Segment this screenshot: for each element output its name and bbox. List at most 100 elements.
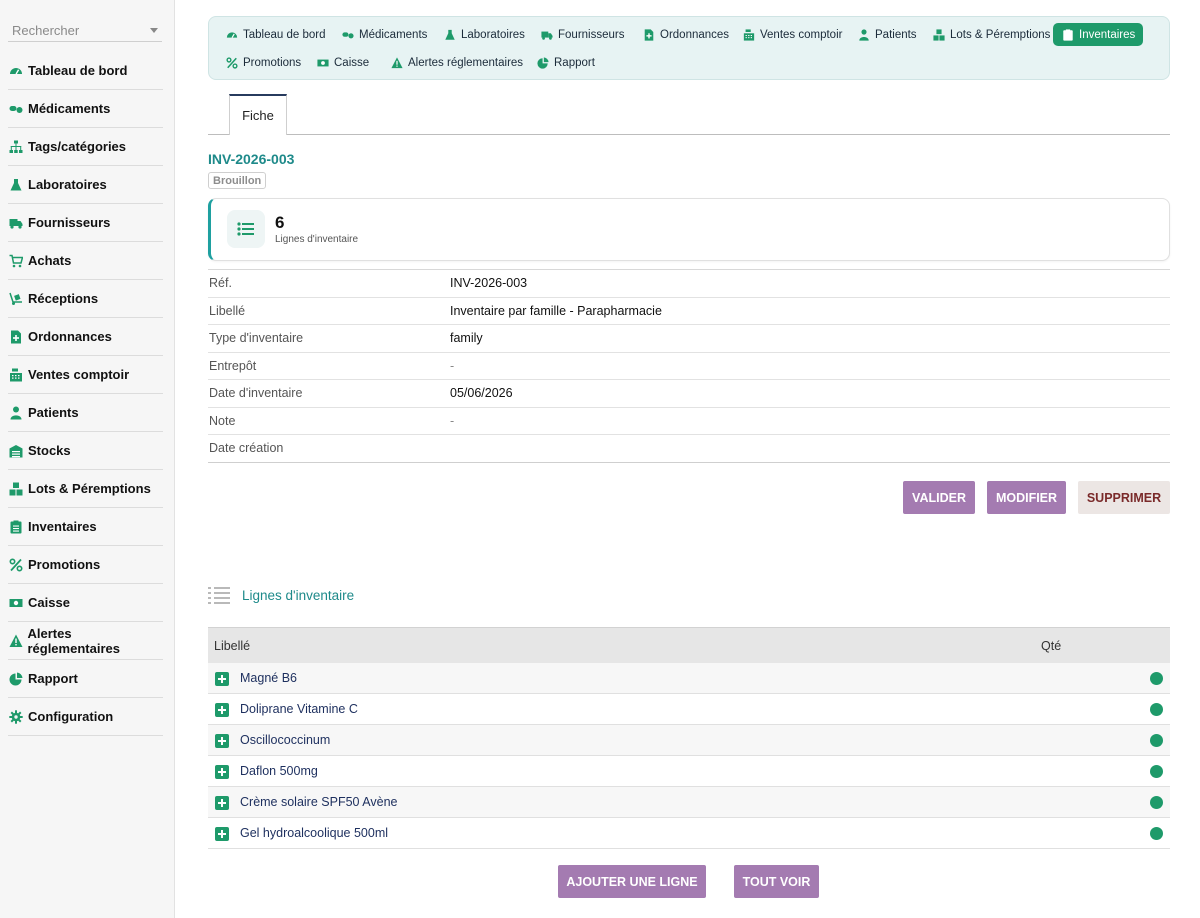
cart-icon — [8, 254, 24, 268]
sidebar-item-promotions[interactable]: Promotions — [8, 546, 163, 584]
sidebar-item-caisse[interactable]: Caisse — [8, 584, 163, 622]
list-icon — [208, 586, 230, 604]
table-row[interactable]: Oscillococcinum — [208, 725, 1170, 756]
line-product-name[interactable]: Doliprane Vitamine C — [240, 702, 358, 716]
nav-item-label: Laboratoires — [461, 28, 525, 41]
delete-button[interactable]: SUPPRIMER — [1078, 481, 1170, 514]
sidebar-item-label: Réceptions — [28, 291, 99, 306]
table-row[interactable]: Doliprane Vitamine C — [208, 694, 1170, 725]
sidebar-item-label: Patients — [28, 405, 79, 420]
line-product-name[interactable]: Magné B6 — [240, 671, 297, 685]
detail-value: INV-2026-003 — [450, 276, 528, 291]
expand-plus-icon[interactable] — [215, 827, 229, 841]
status-dot-icon — [1150, 734, 1163, 747]
line-product-name[interactable]: Gel hydroalcoolique 500ml — [240, 826, 388, 840]
nav-item-fournisseurs[interactable]: Fournisseurs — [532, 23, 632, 46]
sidebar-item-label: Tableau de bord — [28, 63, 128, 78]
detail-row: Libellé Inventaire par famille - Paraphar… — [208, 298, 1170, 325]
nav-item-patients[interactable]: Patients — [849, 23, 925, 46]
sidebar-item-label: Inventaires — [28, 519, 97, 534]
chevron-down-icon[interactable] — [150, 28, 158, 33]
sidebar-item-ventes-comptoir[interactable]: Ventes comptoir — [8, 356, 163, 394]
detail-row: Date création — [208, 435, 1170, 463]
nav-item-label: Caisse — [334, 56, 370, 69]
detail-label: Entrepôt — [209, 358, 257, 373]
sidebar-item-lots-peremptions[interactable]: Lots & Péremptions — [8, 470, 163, 508]
sidebar-item-tags-categories[interactable]: Tags/catégories — [8, 128, 163, 166]
detail-row: Entrepôt - — [208, 353, 1170, 380]
flask-icon — [443, 29, 456, 41]
sidebar-item-tableau-de-bord[interactable]: Tableau de bord — [8, 52, 163, 90]
add-line-button[interactable]: AJOUTER UNE LIGNE — [558, 865, 706, 898]
stat-label: Lignes d'inventaire — [275, 234, 359, 245]
sidebar-item-alertes-reglementaires[interactable]: Alertes réglementaires — [8, 622, 163, 660]
nav-item-medicaments[interactable]: Médicaments — [333, 23, 435, 46]
pie-chart-icon — [536, 56, 549, 69]
flask-icon — [8, 178, 24, 192]
table-row[interactable]: Crème solaire SPF50 Avène — [208, 787, 1170, 818]
stat-card: 6 Lignes d'inventaire — [208, 198, 1170, 261]
table-row[interactable]: Gel hydroalcoolique 500ml — [208, 818, 1170, 849]
sidebar-item-fournisseurs[interactable]: Fournisseurs — [8, 204, 163, 242]
expand-plus-icon[interactable] — [215, 672, 229, 686]
tab-fiche[interactable]: Fiche — [229, 94, 287, 135]
nav-item-ventes-comptoir[interactable]: Ventes comptoir — [734, 23, 850, 46]
nav-item-label: Fournisseurs — [558, 28, 625, 41]
table-row[interactable]: Daflon 500mg — [208, 756, 1170, 787]
validate-button[interactable]: VALIDER — [903, 481, 975, 514]
line-product-name[interactable]: Crème solaire SPF50 Avène — [240, 795, 398, 809]
line-product-name[interactable]: Daflon 500mg — [240, 764, 318, 778]
list-icon — [227, 210, 265, 248]
detail-label: Réf. — [209, 276, 232, 291]
money-icon — [8, 596, 24, 610]
nav-item-label: Ordonnances — [660, 28, 730, 41]
expand-plus-icon[interactable] — [215, 796, 229, 810]
nav-item-caisse[interactable]: Caisse — [308, 51, 377, 74]
nav-item-ordonnances[interactable]: Ordonnances — [634, 23, 737, 46]
sidebar-item-ordonnances[interactable]: Ordonnances — [8, 318, 163, 356]
sidebar-item-patients[interactable]: Patients — [8, 394, 163, 432]
warehouse-icon — [8, 444, 24, 458]
nav-item-inventaires[interactable]: Inventaires — [1053, 23, 1144, 46]
dashboard-icon — [225, 29, 238, 41]
column-header-label: Libellé — [214, 638, 251, 653]
status-dot-icon — [1150, 827, 1163, 840]
prescription-icon — [642, 28, 655, 41]
stat-value: 6 — [275, 213, 285, 232]
percent-icon — [225, 56, 238, 69]
sidebar-item-achats[interactable]: Achats — [8, 242, 163, 280]
nav-item-laboratoires[interactable]: Laboratoires — [435, 23, 533, 46]
sidebar-item-label: Alertes réglementaires — [27, 625, 120, 656]
detail-row: Date d'inventaire 05/06/2026 — [208, 380, 1170, 408]
sidebar-item-inventaires[interactable]: Inventaires — [8, 508, 163, 546]
expand-plus-icon[interactable] — [215, 703, 229, 717]
sidebar-item-configuration[interactable]: Configuration — [8, 698, 163, 736]
sidebar-item-laboratoires[interactable]: Laboratoires — [8, 166, 163, 204]
sidebar-item-label: Caisse — [28, 595, 70, 610]
sidebar-item-stocks[interactable]: Stocks — [8, 432, 163, 470]
nav-item-label: Alertes réglementaires — [408, 56, 524, 69]
search-select[interactable]: Rechercher — [8, 18, 162, 42]
expand-plus-icon[interactable] — [215, 765, 229, 779]
expand-plus-icon[interactable] — [215, 734, 229, 748]
table-row[interactable]: Magné B6 — [208, 663, 1170, 694]
money-icon — [316, 57, 329, 69]
sidebar-item-rapport[interactable]: Rapport — [8, 660, 163, 698]
warning-icon — [8, 634, 23, 648]
nav-item-tableau-de-bord[interactable]: Tableau de bord — [217, 23, 333, 46]
nav-item-rapport[interactable]: Rapport — [528, 51, 603, 74]
sidebar-item-label: Laboratoires — [28, 177, 107, 192]
edit-button[interactable]: MODIFIER — [987, 481, 1066, 514]
see-all-button[interactable]: TOUT VOIR — [734, 865, 819, 898]
nav-item-promotions[interactable]: Promotions — [217, 51, 309, 74]
nav-item-alertes-reglementaires[interactable]: Alertes réglementaires — [382, 51, 531, 74]
sidebar-item-receptions[interactable]: Réceptions — [8, 280, 163, 318]
detail-label: Note — [209, 413, 236, 428]
detail-value: 05/06/2026 — [450, 386, 513, 401]
line-product-name[interactable]: Oscillococcinum — [240, 733, 330, 747]
nav-item-label: Médicaments — [359, 28, 428, 41]
nav-item-lots-peremptions[interactable]: Lots & Péremptions — [924, 23, 1058, 46]
detail-value: Inventaire par famille - Parapharmacie — [450, 303, 662, 318]
status-dot-icon — [1150, 703, 1163, 716]
sidebar-item-medicaments[interactable]: Médicaments — [8, 90, 163, 128]
